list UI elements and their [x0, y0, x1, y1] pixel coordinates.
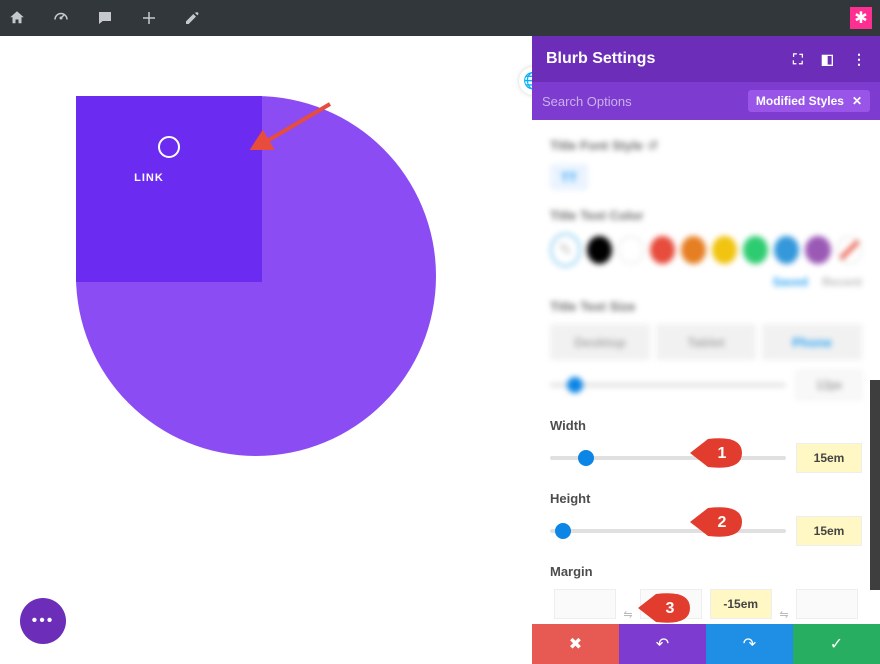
swatch-purple[interactable] [805, 236, 830, 264]
recent-link[interactable]: Recent [822, 275, 862, 289]
tag-label: Modified Styles [756, 94, 844, 108]
comment-icon[interactable] [96, 9, 114, 27]
tag-close-icon[interactable]: ✕ [852, 94, 862, 108]
blurred-options-group: Title Font Style↺ TT Title Text Color ✎ … [550, 138, 862, 400]
height-slider: 15em [550, 516, 862, 546]
saved-link[interactable]: Saved [773, 275, 808, 289]
link-values-icon-2[interactable]: ⇋ [775, 608, 792, 621]
plus-icon[interactable] [140, 9, 158, 27]
size-value[interactable]: 12px [796, 370, 862, 400]
margin-bottom-input[interactable] [640, 589, 702, 619]
swatch-red[interactable] [650, 236, 675, 264]
settings-panel: Blurb Settings ⛶ ◧ ⋮ Search Options Modi… [532, 36, 880, 664]
margin-label: Margin [550, 564, 862, 579]
admin-topbar: ✱ [0, 0, 880, 36]
columns-icon[interactable]: ◧ [821, 51, 834, 68]
link-values-icon[interactable]: ⇋ [619, 608, 636, 621]
text-size-label: Title Text Size [550, 299, 862, 314]
swatch-black[interactable] [587, 236, 612, 264]
undo-button[interactable]: ↶ [619, 624, 706, 664]
redo-button[interactable]: ↷ [706, 624, 793, 664]
text-size-slider: 12px [550, 370, 862, 400]
swatch-green[interactable] [743, 236, 768, 264]
reset-icon: ↺ [647, 138, 658, 153]
gauge-icon[interactable] [52, 9, 70, 27]
width-track[interactable] [550, 456, 786, 460]
link-icon [158, 136, 180, 158]
home-icon[interactable] [8, 9, 26, 27]
star-button[interactable]: ✱ [850, 7, 872, 29]
swatch-yellow[interactable] [712, 236, 737, 264]
width-value[interactable]: 15em [796, 443, 862, 473]
tab-tablet[interactable]: Tablet [656, 324, 756, 360]
swatch-white[interactable] [618, 236, 643, 264]
panel-title: Blurb Settings [546, 50, 655, 68]
fab-more[interactable]: ••• [20, 598, 66, 644]
height-thumb[interactable] [555, 523, 571, 539]
height-value[interactable]: 15em [796, 516, 862, 546]
more-icon[interactable]: ⋮ [852, 51, 866, 68]
modified-styles-tag[interactable]: Modified Styles ✕ [748, 90, 870, 112]
panel-footer: ✖ ↶ ↷ ✓ [532, 624, 880, 664]
search-options[interactable]: Search Options [542, 94, 632, 109]
tab-desktop[interactable]: Desktop [550, 324, 650, 360]
blurb-module-circle[interactable]: LINK [76, 96, 436, 456]
font-style-label: Title Font Style↺ [550, 138, 862, 154]
scrollbar[interactable] [870, 380, 880, 590]
margin-top-input[interactable] [554, 589, 616, 619]
pencil-icon[interactable] [184, 10, 200, 26]
height-track[interactable] [550, 529, 786, 533]
margin-inputs: Top ⇋ Bottom -15em Left ⇋ Right [550, 589, 862, 624]
width-thumb[interactable] [578, 450, 594, 466]
swatch-none[interactable] [837, 236, 862, 264]
size-track[interactable] [550, 383, 786, 387]
swatch-blue[interactable] [774, 236, 799, 264]
swatch-orange[interactable] [681, 236, 706, 264]
expand-icon[interactable]: ⛶ [793, 51, 803, 68]
margin-right-input[interactable] [796, 589, 858, 619]
tt-toggle[interactable]: TT [550, 164, 588, 190]
height-label: Height [550, 491, 862, 506]
width-slider: 15em [550, 443, 862, 473]
editor-canvas[interactable]: 🌐 LINK ••• [0, 36, 532, 664]
size-thumb[interactable] [567, 377, 583, 393]
tab-phone[interactable]: Phone [762, 324, 862, 360]
eyedrop-swatch[interactable]: ✎ [550, 233, 581, 267]
color-swatches: ✎ [550, 233, 862, 267]
width-label: Width [550, 418, 862, 433]
cancel-button[interactable]: ✖ [532, 624, 619, 664]
blurb-square: LINK [76, 96, 262, 282]
device-tabs: Desktop Tablet Phone [550, 324, 862, 360]
panel-subheader: Search Options Modified Styles ✕ [532, 82, 880, 120]
panel-header: Blurb Settings ⛶ ◧ ⋮ [532, 36, 880, 82]
blurb-link-text: LINK [134, 172, 164, 184]
save-button[interactable]: ✓ [793, 624, 880, 664]
text-color-label: Title Text Color [550, 208, 862, 223]
margin-left-input[interactable]: -15em [710, 589, 772, 619]
